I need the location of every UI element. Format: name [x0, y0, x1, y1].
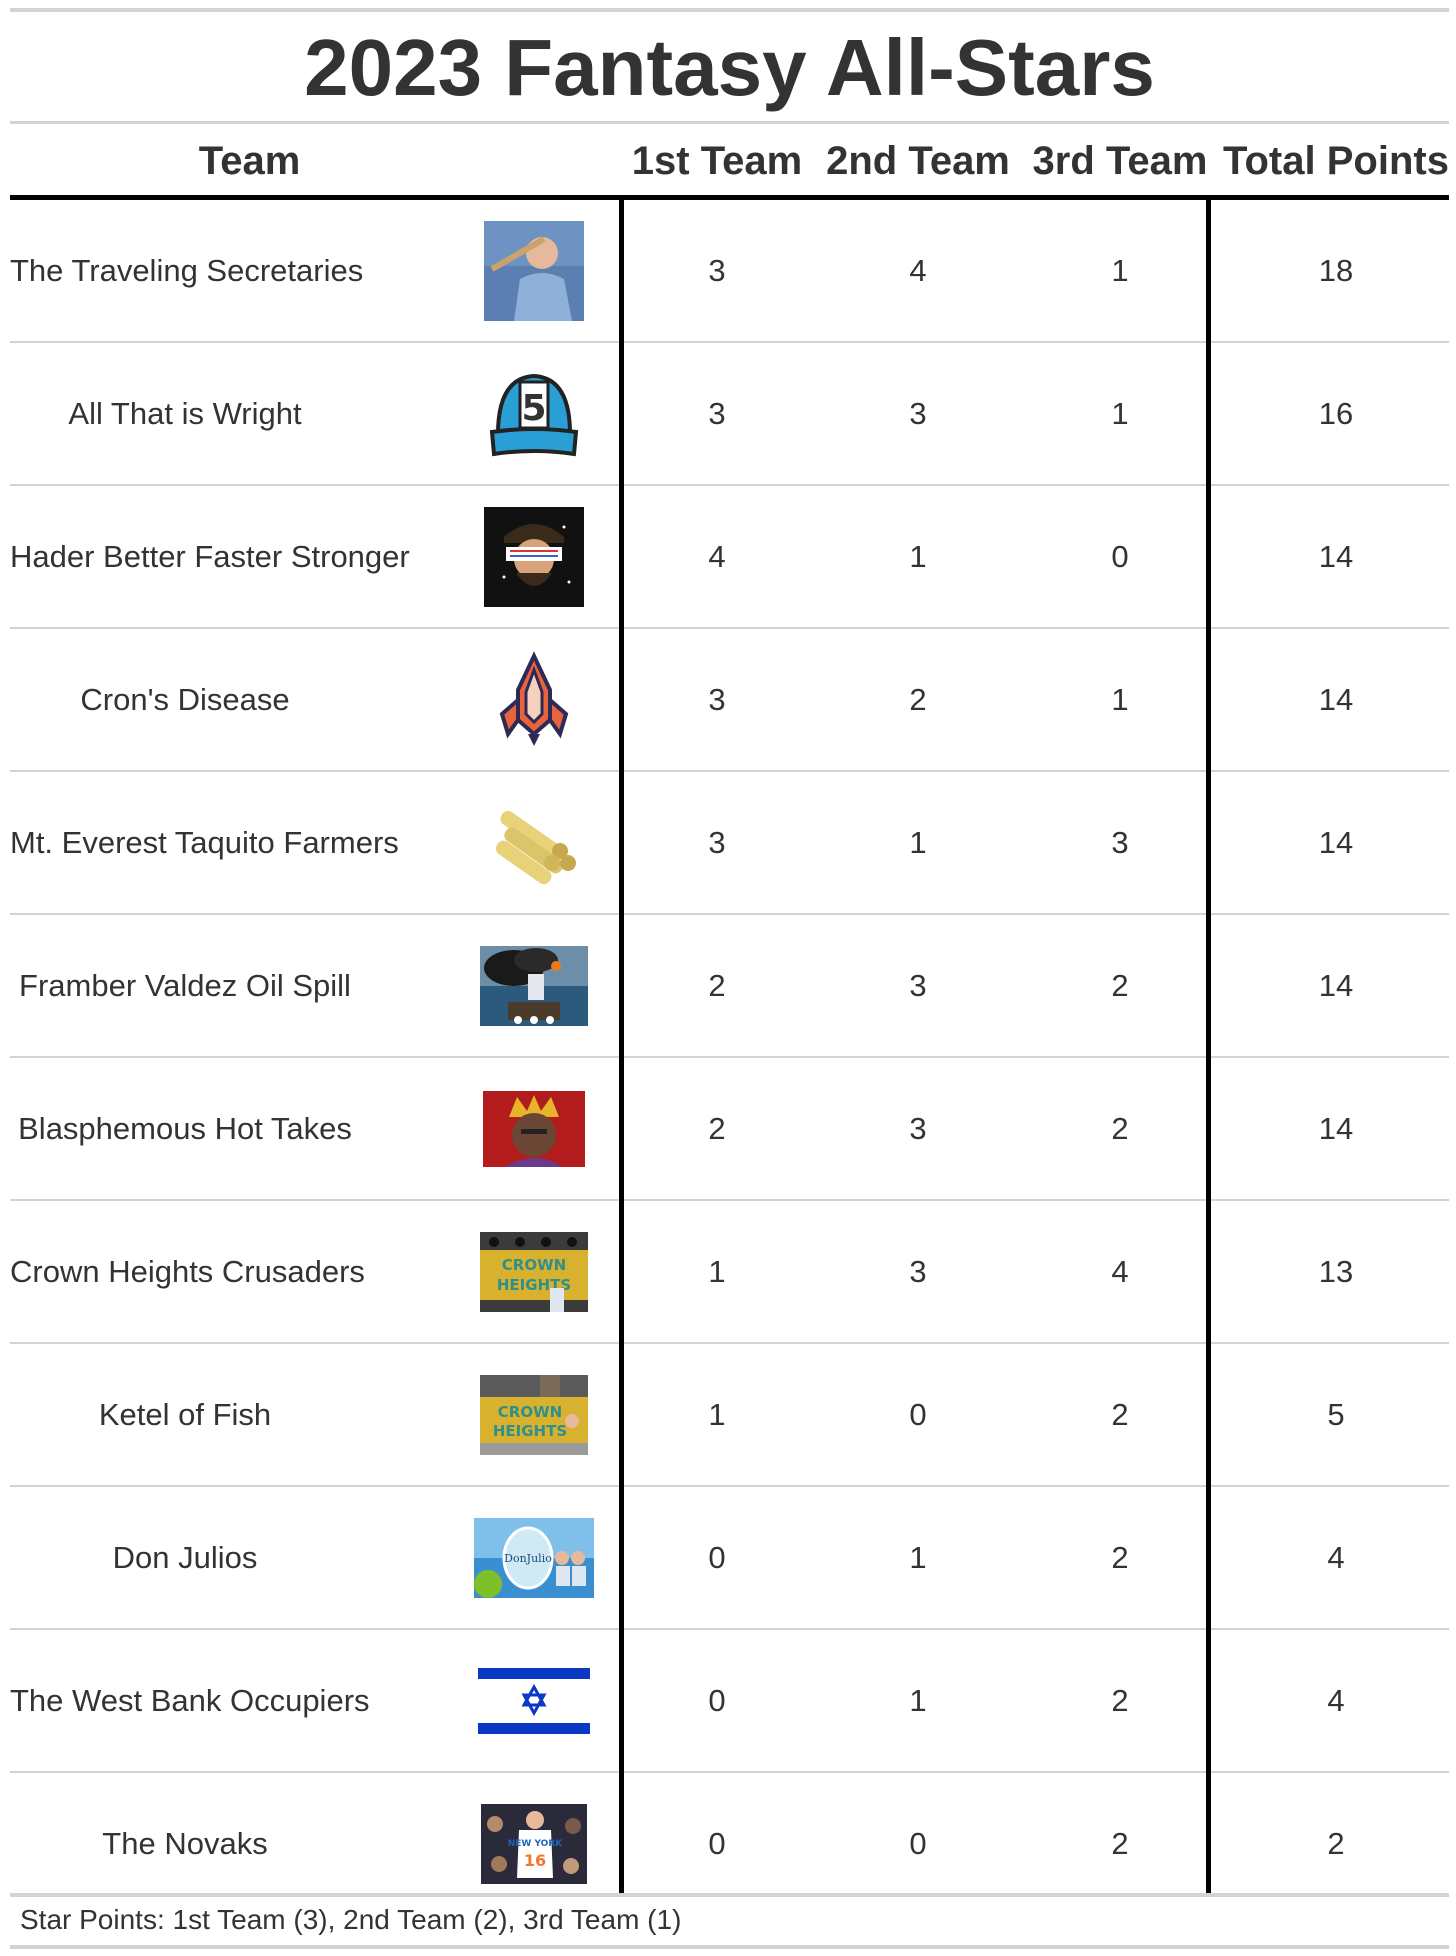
svg-text:NEW YORK: NEW YORK [508, 1839, 564, 1849]
oil-rig-fire-icon [480, 945, 588, 1026]
table-row: Don Julios 0 1 2 4 DonJulio [10, 1487, 1449, 1630]
svg-text:DonJulio: DonJulio [504, 1552, 552, 1565]
total-points: 4 [1327, 1540, 1345, 1575]
second-team-count: 3 [909, 1254, 927, 1289]
header-team: Team [198, 139, 301, 183]
team-name: The West Bank Occupiers [10, 1683, 370, 1718]
first-team-count: 3 [708, 825, 726, 860]
total-points: 14 [1318, 968, 1354, 1003]
first-team-count: 0 [708, 1683, 726, 1718]
header-first-team: 1st Team [631, 139, 803, 183]
table-row: Blasphemous Hot Takes 2 3 2 14 [10, 1058, 1449, 1201]
first-team-count: 3 [708, 682, 726, 717]
team-name: The Traveling Secretaries [10, 253, 364, 288]
divider-left [619, 200, 624, 1897]
first-team-count: 1 [708, 1397, 726, 1432]
total-points: 14 [1318, 539, 1354, 574]
svg-text:5: 5 [521, 388, 546, 429]
second-team-count: 1 [909, 825, 927, 860]
all-stars-table: 2023 Fantasy All-Stars Team 1st Team 2nd… [10, 0, 1449, 1956]
team-name: Crown Heights Crusaders [10, 1254, 365, 1289]
header-third-team: 3rd Team [1032, 139, 1208, 183]
table-row: All That is Wright 3 3 1 16 5 [10, 343, 1449, 486]
first-team-count: 3 [708, 253, 726, 288]
first-team-count: 1 [708, 1254, 726, 1289]
first-team-count: 2 [708, 968, 726, 1003]
third-team-count: 2 [1111, 1111, 1129, 1146]
svg-text:16: 16 [524, 1851, 546, 1870]
second-team-count: 1 [909, 539, 927, 574]
total-points: 14 [1318, 1111, 1354, 1146]
crown-heights-mural-icon: CROWN HEIGHTS [480, 1231, 588, 1312]
star-of-david-flag-icon [478, 1667, 590, 1734]
table-title: 2023 Fantasy All-Stars [304, 23, 1155, 112]
second-team-count: 3 [909, 1111, 927, 1146]
team-name: Framber Valdez Oil Spill [19, 968, 351, 1003]
table-row: Cron's Disease 3 2 1 14 [10, 629, 1449, 772]
third-team-count: 4 [1111, 1254, 1129, 1289]
second-team-count: 3 [909, 396, 927, 431]
shutter-shades-pitcher-icon [484, 506, 584, 607]
footnote: Star Points: 1st Team (3), 2nd Team (2),… [20, 1904, 682, 1935]
total-points: 18 [1318, 253, 1354, 288]
table-row: Crown Heights Crusaders 1 3 4 13 CROWN HEIGHTS [10, 1201, 1449, 1344]
tequila-bottle-lime-icon: DonJulio [474, 1517, 594, 1598]
first-team-count: 0 [708, 1540, 726, 1575]
total-points: 13 [1318, 1254, 1354, 1289]
third-team-count: 1 [1111, 253, 1129, 288]
svg-text:CROWN: CROWN [498, 1403, 562, 1421]
team-name: Don Julios [112, 1540, 258, 1575]
header-total-points: Total Points [1223, 139, 1449, 183]
first-team-count: 3 [708, 396, 726, 431]
first-team-count: 4 [708, 539, 726, 574]
table-row: Hader Better Faster Stronger 4 1 0 14 [10, 486, 1449, 629]
second-team-count: 0 [909, 1397, 927, 1432]
team-name: Cron's Disease [80, 682, 290, 717]
team-name: Mt. Everest Taquito Farmers [10, 825, 399, 860]
team-name: Ketel of Fish [98, 1397, 272, 1432]
second-team-count: 4 [909, 253, 927, 288]
header-second-team: 2nd Team [826, 139, 1010, 183]
third-team-count: 0 [1111, 539, 1129, 574]
total-points: 14 [1318, 825, 1354, 860]
divider-right [1206, 200, 1211, 1897]
third-team-count: 3 [1111, 825, 1129, 860]
table-row: Mt. Everest Taquito Farmers 3 1 3 14 [10, 772, 1449, 915]
third-team-count: 1 [1111, 682, 1129, 717]
third-team-count: 2 [1111, 1397, 1129, 1432]
second-team-count: 2 [909, 682, 927, 717]
total-points: 16 [1318, 396, 1354, 431]
svg-text:HEIGHTS: HEIGHTS [493, 1422, 567, 1440]
table-row: The West Bank Occupiers 0 1 2 4 [10, 1630, 1449, 1773]
total-points: 4 [1327, 1683, 1345, 1718]
top-rule [10, 8, 1449, 12]
total-points: 5 [1327, 1397, 1345, 1432]
team-name: All That is Wright [68, 396, 302, 431]
knicks-player-photo-icon: NEW YORK 16 [481, 1803, 587, 1884]
first-team-count: 2 [708, 1111, 726, 1146]
third-team-count: 2 [1111, 1683, 1129, 1718]
trident-rocket-emblem-icon [484, 650, 584, 750]
third-team-count: 1 [1111, 396, 1129, 431]
total-points: 14 [1318, 682, 1354, 717]
table-row: The Traveling Secretaries 3 4 1 18 [10, 200, 1449, 343]
svg-text:CROWN: CROWN [502, 1256, 566, 1274]
second-team-count: 1 [909, 1683, 927, 1718]
second-team-count: 1 [909, 1540, 927, 1575]
crowned-pundit-icon [483, 1090, 585, 1167]
team-name: Blasphemous Hot Takes [18, 1111, 352, 1146]
taquito-stack-icon [484, 793, 584, 893]
baseball-cap-number-5-icon: 5 [484, 364, 584, 464]
table-row: Ketel of Fish 1 0 2 5 CROWN HEIGHTS [10, 1344, 1449, 1487]
third-team-count: 2 [1111, 968, 1129, 1003]
table-row: Framber Valdez Oil Spill 2 3 2 14 [10, 915, 1449, 1058]
title-rule [10, 121, 1449, 124]
bottom-rule [10, 1945, 1449, 1949]
second-team-count: 3 [909, 968, 927, 1003]
crown-heights-wall-icon: CROWN HEIGHTS [480, 1374, 588, 1455]
team-name: Hader Better Faster Stronger [10, 539, 410, 574]
body-bottom-rule [10, 1893, 1449, 1897]
baseball-batter-photo-icon [484, 220, 584, 321]
third-team-count: 2 [1111, 1540, 1129, 1575]
